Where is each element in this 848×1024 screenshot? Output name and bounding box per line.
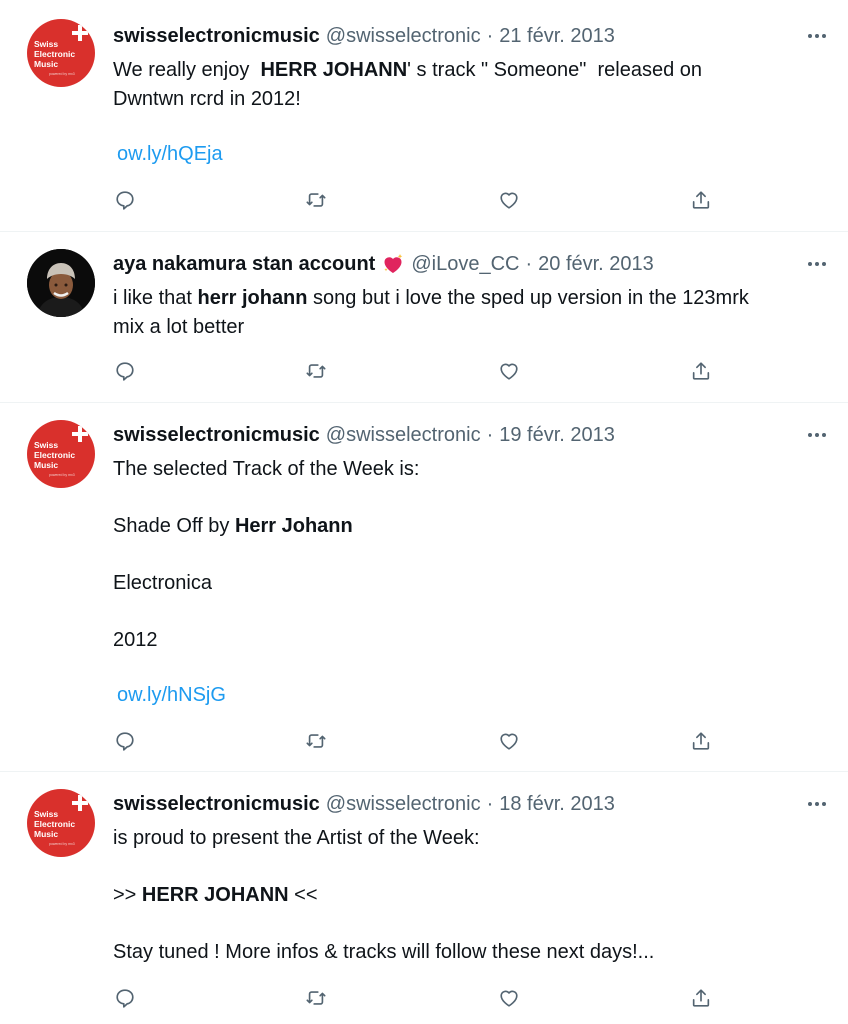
tweet-text: We really enjoy HERR JOHANN' s track " S… — [113, 56, 813, 113]
tweet[interactable]: Swiss Electronic Music powered by mx3 swis… — [0, 0, 848, 232]
retweet-icon[interactable] — [303, 728, 329, 754]
avatar-logo-text: Swiss Electronic Music — [34, 440, 76, 470]
text-segment: 2012 — [113, 629, 158, 651]
user-handle[interactable]: @iLove_CC — [411, 253, 519, 276]
text-segment: ' s track " Someone" released on — [407, 59, 703, 81]
avatar-logo-text: Swiss Electronic Music — [34, 809, 76, 839]
heart-icon[interactable] — [496, 985, 522, 1011]
tweet-actions — [112, 358, 716, 384]
text-segment: Shade Off by — [113, 515, 235, 537]
display-name[interactable]: aya nakamura stan account — [113, 253, 375, 276]
user-handle[interactable]: @swisselectronic — [326, 424, 481, 447]
tweet-link[interactable]: ow.ly/hNSjG — [117, 684, 226, 707]
text-segment: The selected Track of the Week is: — [113, 458, 420, 480]
retweet-icon[interactable] — [303, 358, 329, 384]
profile-photo — [27, 249, 95, 317]
share-icon[interactable] — [688, 985, 714, 1011]
tweet[interactable]: Swiss Electronic Music powered by mx3 swis… — [0, 772, 848, 1024]
tweet-text: is proud to present the Artist of the We… — [113, 824, 813, 967]
tweet-date[interactable]: 20 févr. 2013 — [538, 253, 654, 276]
tweet-text: i like that herr johann song but i love … — [113, 284, 813, 341]
avatar[interactable] — [27, 249, 95, 317]
user-handle[interactable]: @swisselectronic — [326, 25, 481, 48]
share-icon[interactable] — [688, 187, 714, 213]
avatar[interactable]: Swiss Electronic Music powered by mx3 — [27, 420, 95, 488]
display-name[interactable]: swisselectronicmusic — [113, 25, 320, 48]
heart-icon[interactable] — [496, 358, 522, 384]
reply-icon[interactable] — [112, 358, 138, 384]
display-name[interactable]: swisselectronicmusic — [113, 424, 320, 447]
text-segment: i like that — [113, 287, 198, 309]
separator-dot: · — [486, 24, 494, 47]
text-segment: Electronica — [113, 572, 212, 594]
text-bold: Herr Johann — [234, 515, 353, 537]
avatar[interactable]: Swiss Electronic Music powered by mx3 — [27, 789, 95, 857]
tweet[interactable]: Swiss Electronic Music powered by mx3 swis… — [0, 403, 848, 772]
text-bold: HERR JOHANN — [260, 59, 408, 81]
tweet-header: swisselectronicmusic @swisselectronic · … — [113, 791, 615, 817]
tweet-timeline: Swiss Electronic Music powered by mx3 swis… — [0, 0, 848, 1024]
avatar-logo-text: Swiss Electronic Music — [34, 39, 76, 69]
heart-icon[interactable] — [496, 728, 522, 754]
avatar-logo-tagline: powered by mx3 — [49, 72, 75, 76]
tweet-actions — [112, 985, 716, 1011]
reply-icon[interactable] — [112, 985, 138, 1011]
tweet-header: aya nakamura stan account @iLove_CC · 20… — [113, 251, 654, 277]
tweet-actions — [112, 187, 716, 213]
text-segment: Stay tuned ! More infos & tracks will fo… — [113, 941, 655, 963]
more-options-icon[interactable] — [808, 262, 826, 266]
display-name[interactable]: swisselectronicmusic — [113, 793, 320, 816]
tweet-link[interactable]: ow.ly/hQEja — [117, 143, 223, 166]
avatar-logo-tagline: powered by mx3 — [49, 842, 75, 846]
text-segment: >> — [113, 884, 142, 906]
more-options-icon[interactable] — [808, 802, 826, 806]
more-options-icon[interactable] — [808, 433, 826, 437]
tweet-date[interactable]: 21 févr. 2013 — [499, 25, 615, 48]
avatar[interactable]: Swiss Electronic Music powered by mx3 — [27, 19, 95, 87]
text-segment: song but i love the sped up version in t… — [307, 287, 749, 309]
heart-icon[interactable] — [496, 187, 522, 213]
share-icon[interactable] — [688, 728, 714, 754]
avatar-logo-tagline: powered by mx3 — [49, 473, 75, 477]
text-bold: HERR JOHANN — [141, 884, 289, 906]
text-segment: << — [288, 884, 318, 906]
reply-icon[interactable] — [112, 728, 138, 754]
separator-dot: · — [486, 792, 494, 815]
text-segment: mix a lot better — [113, 315, 245, 338]
text-segment: We really enjoy — [113, 59, 261, 81]
sparkling-heart-icon — [381, 252, 405, 276]
text-segment: is proud to present the Artist of the We… — [113, 827, 480, 849]
reply-icon[interactable] — [112, 187, 138, 213]
tweet-date[interactable]: 19 févr. 2013 — [499, 424, 615, 447]
retweet-icon[interactable] — [303, 187, 329, 213]
tweet-header: swisselectronicmusic @swisselectronic · … — [113, 422, 615, 448]
tweet-text: The selected Track of the Week is: Shade… — [113, 455, 813, 655]
tweet-actions — [112, 728, 716, 754]
text-segment: Dwntwn rcrd in 2012! — [113, 87, 301, 110]
tweet-date[interactable]: 18 févr. 2013 — [499, 793, 615, 816]
tweet-header: swisselectronicmusic @swisselectronic · … — [113, 23, 615, 49]
user-handle[interactable]: @swisselectronic — [326, 793, 481, 816]
more-options-icon[interactable] — [808, 34, 826, 38]
separator-dot: · — [486, 423, 494, 446]
separator-dot: · — [525, 252, 533, 275]
text-bold: herr johann — [197, 287, 308, 309]
share-icon[interactable] — [688, 358, 714, 384]
tweet[interactable]: aya nakamura stan account @iLove_CC · 20… — [0, 232, 848, 403]
retweet-icon[interactable] — [303, 985, 329, 1011]
